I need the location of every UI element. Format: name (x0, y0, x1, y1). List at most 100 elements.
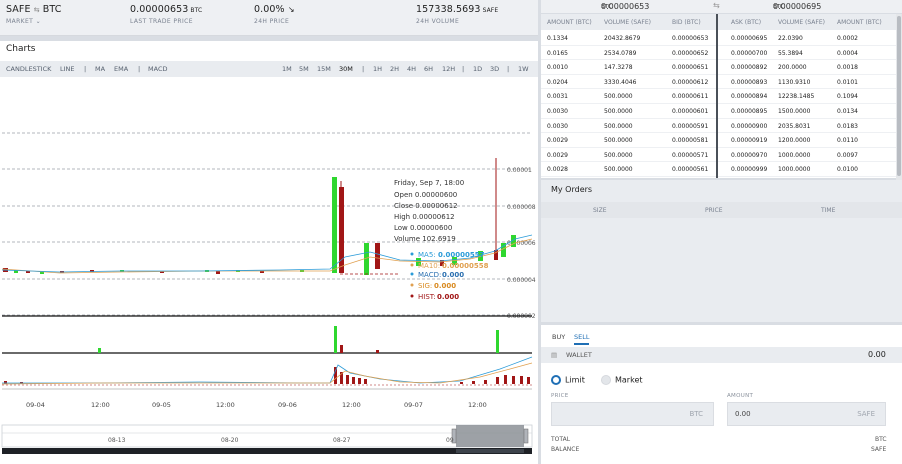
limit-label: Limit (565, 375, 585, 385)
tab-buy[interactable]: BUY (552, 333, 565, 341)
order-book-row[interactable]: 0.0204 3330.4046 0.00000612 0.00000893 1130.… (541, 75, 896, 90)
chart-scrollbar[interactable] (2, 448, 532, 454)
tooltip-hist-value: 0.000 (437, 293, 459, 301)
balance-label: BALANCE (551, 446, 580, 453)
interval-15m[interactable]: 15M (317, 65, 331, 73)
order-book-row[interactable]: 0.0031 500.0000 0.00000611 0.00000894 12238.… (541, 89, 896, 104)
tool-ma[interactable]: MA (95, 65, 105, 73)
change-label: 24H PRICE (254, 18, 290, 25)
navigator-window[interactable] (456, 425, 524, 447)
volume-bar (496, 330, 499, 353)
spread-header: 0.00000653 BTC ⇆ 0.00000695 BTC (541, 0, 902, 13)
interval-1w[interactable]: 1W (518, 65, 529, 73)
volume-bar (334, 326, 337, 353)
interval-3d[interactable]: 3D (490, 65, 499, 73)
x-axis: 09-04 12:00 09-05 12:00 09-06 12:00 09-0… (26, 401, 487, 409)
bid-volume: 500.0000 (604, 137, 633, 145)
interval-1h[interactable]: 1H (373, 65, 382, 73)
chart-svg[interactable]: 0.00001 0.000008 0.000006 0.000004 0.000… (0, 77, 538, 464)
tab-sell[interactable]: SELL (574, 333, 590, 345)
ask-volume: 1000.0000 (778, 151, 811, 159)
order-book-row[interactable]: 0.0029 500.0000 0.00000581 0.00000919 1200.0… (541, 133, 896, 148)
ma10-bullet (410, 263, 414, 267)
tooltip-high: High 0.00000612 (394, 213, 455, 221)
order-book-row[interactable]: 0.1334 20432.8679 0.00000653 0.00000695 22.0… (541, 31, 896, 46)
macd-bar (496, 377, 499, 384)
tool-ema[interactable]: EMA (114, 65, 128, 73)
col-amount-btc: AMOUNT (BTC) (837, 19, 882, 26)
order-book-row[interactable]: 0.0010 147.3278 0.00000651 0.00000892 200.00… (541, 60, 896, 75)
radio-unselected-icon[interactable] (601, 375, 611, 385)
tool-macd[interactable]: MACD (148, 65, 167, 73)
wallet-value: 0.00 (868, 350, 886, 359)
hist-bullet (410, 294, 414, 298)
tooltip-low: Low 0.00000600 (394, 224, 452, 232)
x-tick-label: 09-04 (26, 401, 45, 409)
order-book-row[interactable]: 0.0165 2534.0789 0.00000652 0.00000700 55.38… (541, 46, 896, 61)
macd-bar (4, 381, 7, 384)
ask-price: 0.00000895 (731, 108, 768, 115)
volume-unit: SAFE (482, 7, 499, 14)
interval-4h[interactable]: 4H (407, 65, 416, 73)
ask-volume: 55.3894 (778, 49, 803, 57)
bid-amount: 0.0010 (547, 64, 568, 72)
col-volume-safe: VOLUME (SAFE) (604, 19, 651, 26)
interval-6h[interactable]: 6H (424, 65, 433, 73)
tool-separator: | (84, 65, 87, 73)
order-book-row[interactable]: 0.0028 500.0000 0.00000561 0.00000999 1000.0… (541, 162, 896, 177)
chart-scrollbar-thumb[interactable] (456, 449, 524, 453)
interval-12h[interactable]: 12H (442, 65, 455, 73)
col-time: TIME (821, 207, 836, 214)
tool-candlestick[interactable]: CANDLESTICK (6, 65, 51, 73)
scrollbar-thumb[interactable] (897, 16, 901, 176)
tool-line[interactable]: LINE (60, 65, 75, 73)
tooltip-sig-value: 0.000 (434, 282, 456, 290)
price-input[interactable]: BTC (551, 402, 714, 426)
order-book-row[interactable]: 0.0030 500.0000 0.00000601 0.00000895 1500.0… (541, 104, 896, 119)
order-book-row[interactable]: 0.0030 500.0000 0.00000591 0.00000900 2035.8… (541, 119, 896, 134)
tooltip-hist-label: HIST: (418, 293, 436, 301)
bid-price: 0.00000612 (672, 78, 709, 86)
interval-separator: | (362, 65, 365, 73)
amount-input[interactable]: 0.00 SAFE (727, 402, 886, 426)
col-price: PRICE (705, 207, 723, 214)
radio-selected-icon[interactable] (551, 375, 561, 385)
col-size: SIZE (593, 207, 607, 214)
last-trade-value: 0.00000653 (130, 4, 189, 15)
price-unit: BTC (689, 410, 703, 418)
interval-1m[interactable]: 1M (282, 65, 292, 73)
interval-5m[interactable]: 5M (299, 65, 309, 73)
signal-line (1, 362, 533, 385)
ask-volume: 1200.0000 (778, 137, 811, 145)
y-tick-label: 0.000004 (507, 277, 536, 284)
interval-30m[interactable]: 30M (339, 65, 353, 73)
best-bid: 0.00000653 BTC (601, 1, 649, 11)
total-unit: BTC (875, 436, 887, 443)
col-volume-safe: VOLUME (SAFE) (778, 19, 825, 26)
market-selector[interactable]: SAFE ⇆ BTC MARKET ⌄ (6, 4, 62, 25)
tooltip-open: Open 0.00000600 (394, 191, 457, 199)
interval-2h[interactable]: 2H (390, 65, 399, 73)
navigator-right-handle[interactable] (523, 428, 529, 444)
ask-volume: 2035.8031 (778, 122, 811, 130)
tooltip-date: Friday, Sep 7, 18:00 (394, 179, 464, 187)
my-orders-title: My Orders (551, 185, 593, 194)
order-book-scrollbar[interactable] (896, 14, 902, 180)
price-chart[interactable]: 0.00001 0.000008 0.000006 0.000004 0.000… (0, 77, 538, 464)
ask-volume: 200.0000 (778, 64, 807, 72)
order-type-limit[interactable]: Limit (551, 375, 585, 385)
ask-volume: 1500.0000 (778, 108, 811, 115)
interval-1d[interactable]: 1D (473, 65, 482, 73)
bid-volume: 3330.4046 (604, 78, 637, 86)
bid-price: 0.00000571 (672, 151, 709, 159)
order-book-row[interactable]: 0.0029 500.0000 0.00000571 0.00000970 1000.0… (541, 148, 896, 163)
nav-tick-label: 08-27 (333, 437, 351, 444)
macd-bar (460, 382, 463, 384)
market-header: SAFE ⇆ BTC MARKET ⌄ 0.00000653 BTC LAST T… (0, 0, 538, 36)
order-type-market[interactable]: Market (601, 375, 643, 385)
bid-price: 0.00000651 (672, 64, 709, 72)
my-orders-panel: My Orders SIZE PRICE TIME (541, 180, 902, 322)
trade-form: BUY SELL ▤ WALLET 0.00 Limit Market PRIC… (541, 325, 902, 464)
ask-price: 0.00000894 (731, 93, 768, 101)
amount-unit: SAFE (857, 410, 875, 418)
